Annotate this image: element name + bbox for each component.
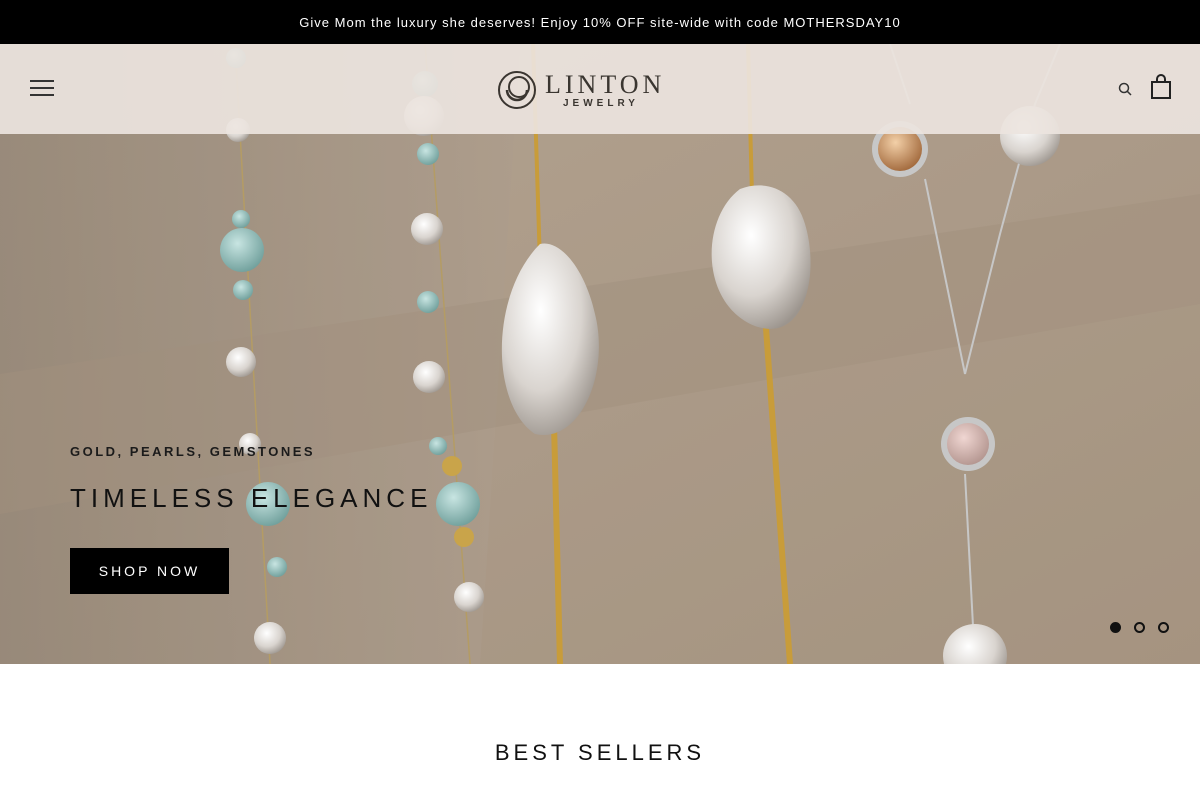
site-header: LINTON JEWELRY — [0, 44, 1200, 134]
search-icon[interactable] — [1118, 82, 1132, 96]
logo-rings-icon — [498, 71, 536, 109]
slide-dot-3[interactable] — [1158, 622, 1169, 633]
shop-now-label: SHOP NOW — [98, 563, 201, 579]
logo-name: LINTON — [545, 69, 666, 99]
hero-caption: GOLD, PEARLS, GEMSTONES TIMELESS ELEGANC… — [70, 444, 432, 514]
brand-logo[interactable]: LINTON JEWELRY — [497, 68, 677, 112]
best-sellers-heading: BEST SELLERS — [494, 740, 706, 765]
slider-pagination — [1110, 622, 1182, 633]
hero-eyebrow: GOLD, PEARLS, GEMSTONES — [70, 444, 316, 459]
slide-dot-1[interactable] — [1110, 622, 1121, 633]
slide-dot-2[interactable] — [1134, 622, 1145, 633]
logo-subtitle: JEWELRY — [563, 97, 639, 109]
shopping-bag-icon[interactable] — [1150, 74, 1172, 100]
hamburger-menu-icon[interactable] — [30, 80, 54, 98]
shop-now-button[interactable]: SHOP NOW — [70, 548, 229, 594]
announcement-bar: Give Mom the luxury she deserves! Enjoy … — [0, 0, 1200, 44]
announcement-text: Give Mom the luxury she deserves! Enjoy … — [299, 14, 901, 30]
hero-headline: TIMELESS ELEGANCE — [70, 483, 433, 513]
